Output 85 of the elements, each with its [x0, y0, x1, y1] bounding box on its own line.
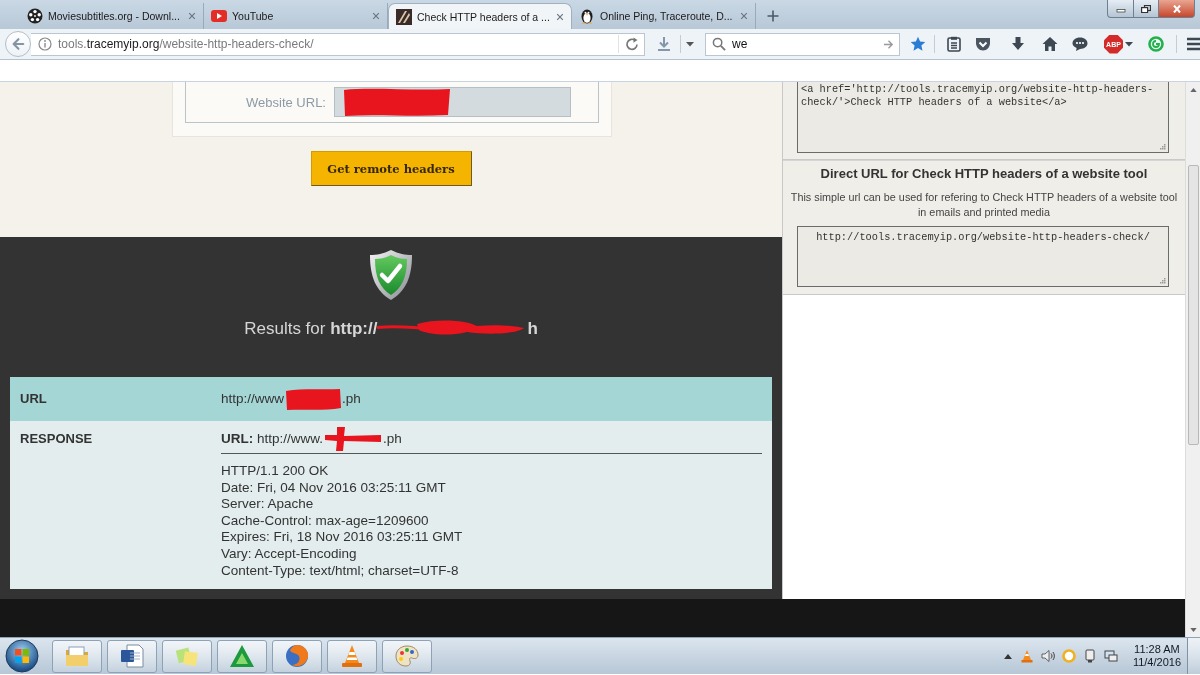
url-text: tools.tracemyip.org/website-http-headers-check/ — [58, 37, 314, 51]
direct-url-field[interactable]: http://tools.tracemyip.org/website-http-headers-check/ — [797, 226, 1169, 287]
download-arrow-icon[interactable] — [1010, 36, 1026, 52]
network-icon[interactable] — [1103, 649, 1118, 663]
globe-icon — [284, 643, 310, 669]
scroll-down-icon[interactable] — [1189, 628, 1197, 632]
header-line: Cache-Control: max-age=1209600 — [221, 512, 430, 530]
search-icon — [712, 37, 726, 51]
ring-icon[interactable] — [1061, 649, 1076, 663]
ring-icon[interactable] — [1148, 36, 1164, 52]
row-label: RESPONSE — [19, 431, 94, 447]
arrow-left-icon — [11, 37, 25, 51]
chevron-badge-icon[interactable] — [975, 36, 991, 52]
menu-icon[interactable] — [1186, 36, 1200, 52]
taskbar-button[interactable] — [217, 639, 267, 673]
header-line: Vary: Accept-Encoding — [221, 545, 358, 563]
scrollbar-thumb[interactable] — [1187, 165, 1199, 445]
resize-grip-icon[interactable] — [1160, 278, 1166, 284]
speaker-icon[interactable] — [1040, 649, 1055, 663]
close-icon[interactable] — [740, 12, 748, 20]
url-text: .ph — [342, 391, 361, 407]
back-button[interactable] — [5, 31, 31, 57]
play-icon — [211, 8, 227, 24]
plus-icon[interactable] — [767, 10, 779, 22]
scroll-up-icon[interactable] — [1189, 88, 1197, 92]
device-icon[interactable] — [1082, 649, 1097, 663]
row-label: URL — [19, 391, 48, 407]
close-icon[interactable] — [556, 12, 564, 21]
taskbar-button[interactable] — [272, 639, 322, 673]
url-text: URL: http://www. — [221, 431, 324, 447]
reel-icon — [27, 8, 43, 24]
show-desktop-button[interactable] — [1187, 638, 1200, 674]
header-line: Content-Type: text/html; charset=UTF-8 — [221, 562, 460, 580]
close-button[interactable] — [1159, 0, 1195, 18]
palette-icon — [394, 643, 420, 669]
browser-tab[interactable]: Check HTTP headers of a ... — [388, 3, 572, 29]
close-icon[interactable] — [372, 12, 380, 20]
start-orb-icon[interactable] — [5, 639, 39, 673]
caret-icon[interactable] — [686, 41, 694, 47]
header-line: HTTP/1.1 200 OK — [221, 463, 330, 480]
home-icon[interactable] — [1042, 36, 1058, 52]
results-heading: Results for http:// — [244, 319, 378, 339]
cone-icon — [339, 643, 365, 669]
taskbar-button[interactable] — [107, 639, 157, 673]
search-field[interactable]: we — [705, 32, 900, 56]
clipboard-icon[interactable] — [946, 36, 962, 52]
section-title: Direct URL for Check HTTP headers of a website tool — [820, 165, 1148, 182]
tray-arrow-icon[interactable] — [1002, 652, 1013, 660]
reload-icon[interactable] — [625, 37, 639, 51]
url-text: .ph — [383, 431, 402, 447]
info-icon[interactable] — [38, 37, 52, 51]
header-line: Expires: Fri, 18 Nov 2016 03:25:11 GMT — [221, 529, 464, 546]
close-icon — [1171, 4, 1182, 13]
restore-icon — [1141, 4, 1151, 13]
header-line: Date: Fri, 04 Nov 2016 03:25:11 GMT — [221, 479, 447, 497]
taskbar-button[interactable] — [327, 639, 377, 673]
redaction-mark — [323, 427, 384, 451]
triangle-icon — [229, 643, 255, 669]
section-description: This simple url can be used for refering to Check HTTP headers of a website tool in emails and printed media — [789, 190, 1179, 220]
folder-icon — [64, 643, 90, 669]
results-heading: h — [527, 319, 538, 339]
arrow-right-icon[interactable] — [883, 38, 894, 50]
redaction-mark — [284, 387, 343, 411]
close-icon[interactable] — [188, 12, 196, 20]
star-icon[interactable] — [910, 36, 926, 52]
address-field[interactable]: tools.tracemyip.org/website-http-headers-check/ — [31, 32, 645, 56]
clock-date: 11/4/2016 — [1132, 656, 1181, 669]
url-text: http://www — [221, 391, 285, 407]
scrollbar[interactable] — [1185, 82, 1200, 637]
restore-button[interactable] — [1134, 0, 1159, 18]
penguin-icon — [579, 8, 595, 24]
caret-icon[interactable] — [1125, 41, 1133, 47]
url-input-field[interactable] — [334, 87, 571, 117]
clock-time: 11:28 AM — [1134, 643, 1180, 656]
image-icon — [396, 8, 412, 25]
download-icon[interactable] — [656, 36, 672, 52]
get-headers-button[interactable]: Get remote headers — [310, 151, 472, 186]
document-icon — [119, 643, 145, 669]
shield-check-icon — [369, 249, 413, 301]
cone-icon[interactable] — [1019, 649, 1034, 663]
resize-grip-icon[interactable] — [1160, 144, 1166, 150]
header-line: Server: Apache — [221, 496, 315, 513]
link-code-field[interactable]: <a href='http://tools.tracemyip.org/website-http-headers-check/'>Check HTTP headers of a website</a> — [797, 82, 1169, 153]
field-label: Website URL: — [245, 94, 326, 110]
chat-icon[interactable] — [1072, 36, 1088, 52]
